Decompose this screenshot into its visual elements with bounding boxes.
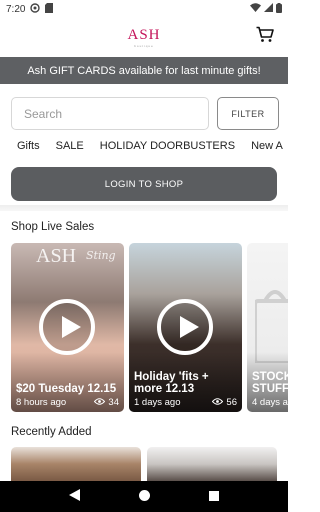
cart-button[interactable] <box>254 26 276 48</box>
live-sale-card[interactable]: Holiday 'fits + more 12.13 1 days ago 56 <box>129 243 242 412</box>
play-icon[interactable] <box>39 299 95 355</box>
card-views: 34 <box>94 397 119 408</box>
card-view-count: 34 <box>108 397 119 408</box>
card-views: 56 <box>212 397 237 408</box>
promo-banner-text: Ash GIFT CARDS available for last minute… <box>27 64 261 77</box>
search-input[interactable] <box>11 97 209 130</box>
live-sales-carousel[interactable]: ASH Sting $20 Tuesday 12.15 8 hours ago … <box>11 243 288 413</box>
login-to-shop-button[interactable]: LOGIN TO SHOP <box>11 167 277 201</box>
section-title-live-sales: Shop Live Sales <box>11 221 95 233</box>
app-header: ASH boutique <box>0 18 288 56</box>
cart-icon <box>256 26 274 48</box>
card-overlay-logo: ASH <box>36 245 77 267</box>
live-sale-card[interactable]: STOCK STUFFE 4 days a <box>247 243 288 412</box>
live-sale-card[interactable]: ASH Sting $20 Tuesday 12.15 8 hours ago … <box>11 243 124 412</box>
category-new-arrivals[interactable]: New A <box>251 140 283 158</box>
card-meta: 4 days a <box>252 397 288 408</box>
recent-product-card[interactable] <box>11 447 141 481</box>
status-time: 7:20 <box>6 3 26 15</box>
recent-product-card[interactable] <box>147 447 277 481</box>
card-view-count: 56 <box>226 397 237 408</box>
card-title: $20 Tuesday 12.15 <box>16 383 117 395</box>
section-divider <box>0 205 288 211</box>
filter-button[interactable]: FILTER <box>217 97 279 130</box>
sync-icon <box>30 2 41 16</box>
wifi-icon <box>250 3 261 15</box>
card-meta: 1 days ago 56 <box>134 397 237 408</box>
sd-card-icon <box>45 2 54 16</box>
card-title: Holiday 'fits + more 12.13 <box>134 371 209 395</box>
status-bar: 7:20 <box>0 0 288 18</box>
signal-icon <box>264 3 273 15</box>
promo-banner[interactable]: Ash GIFT CARDS available for last minute… <box>0 57 288 84</box>
play-icon[interactable] <box>157 299 213 355</box>
recents-icon[interactable] <box>208 488 219 506</box>
card-overlay-script: Sting <box>86 249 116 262</box>
system-nav-bar <box>0 481 288 512</box>
home-icon[interactable] <box>138 488 150 506</box>
category-holiday-doorbusters[interactable]: HOLIDAY DOORBUSTERS <box>100 140 235 158</box>
recently-added-row[interactable] <box>11 447 288 481</box>
eye-icon <box>94 397 106 408</box>
card-title: STOCK STUFFE <box>252 371 288 395</box>
back-icon[interactable] <box>69 488 81 506</box>
card-time: 8 hours ago <box>16 397 67 408</box>
category-sale[interactable]: SALE <box>56 140 84 158</box>
category-gifts[interactable]: Gifts <box>17 140 40 158</box>
category-tabs: Gifts SALE HOLIDAY DOORBUSTERS New A <box>17 140 288 158</box>
eye-icon <box>212 397 224 408</box>
ash-logo[interactable]: ASH boutique <box>127 27 160 48</box>
battery-icon <box>276 2 282 16</box>
card-meta: 8 hours ago 34 <box>16 397 119 408</box>
logo-text: ASH <box>127 26 161 43</box>
logo-subtext: boutique <box>134 43 154 48</box>
card-time: 1 days ago <box>134 397 181 408</box>
section-title-recently-added: Recently Added <box>11 426 92 438</box>
search-row: FILTER <box>11 97 279 131</box>
card-time: 4 days a <box>252 397 288 408</box>
